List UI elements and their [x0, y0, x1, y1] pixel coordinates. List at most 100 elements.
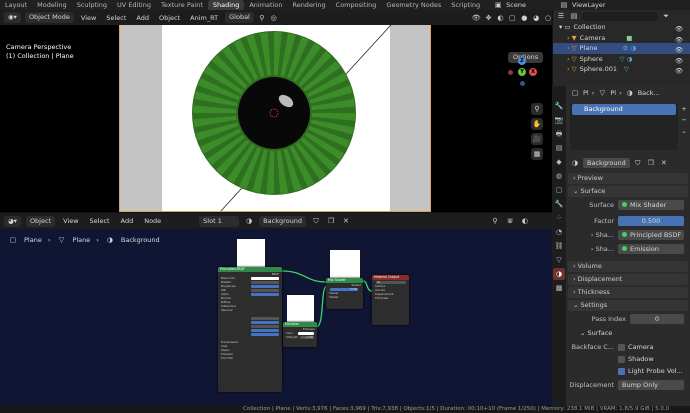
displacement-panel-header[interactable]: › Displacement — [568, 274, 688, 285]
modifier-tab-icon[interactable]: 🔧 — [553, 198, 565, 210]
material-browse-icon[interactable]: ◑ — [244, 216, 254, 226]
output-tab-icon[interactable]: 🖶 — [553, 128, 565, 140]
camera-view-icon[interactable]: 🎥 — [531, 133, 543, 145]
material-tab-icon[interactable]: ◑ — [553, 268, 565, 280]
slot-dropdown[interactable]: Slot 1 — [199, 215, 240, 227]
object-mode-dropdown[interactable]: Object Mode — [24, 12, 74, 23]
menu-object[interactable]: Object — [156, 14, 183, 22]
principled-bsdf-node[interactable]: Principled BSDF BSDF Base Color Metallic… — [218, 267, 282, 392]
particles-tab-icon[interactable]: ⁘ — [553, 212, 565, 224]
unlink-material-icon[interactable]: ✕ — [341, 216, 351, 226]
menu-view[interactable]: View — [78, 14, 99, 22]
outliner-search-input[interactable] — [582, 11, 658, 21]
zoom-icon[interactable]: ⚲ — [531, 103, 543, 115]
view-layer-name[interactable]: ViewLayer — [569, 1, 609, 9]
displacement-method-dropdown[interactable]: Bump Only — [618, 380, 684, 390]
3d-viewport[interactable]: Camera Perspective (1) Collection | Plan… — [0, 25, 552, 212]
menu-anim-rt[interactable]: Anim_RT — [187, 14, 221, 22]
gizmo-z-axis[interactable]: Z — [518, 57, 526, 65]
pass-index-field[interactable]: 0 — [630, 314, 684, 324]
material-slot-item[interactable]: Background — [572, 104, 676, 115]
object-tab-icon[interactable]: ▢ — [553, 184, 565, 196]
scene-tab-icon[interactable]: ◆ — [553, 156, 565, 168]
menu-select[interactable]: Select — [103, 14, 129, 22]
render-tab-icon[interactable]: 📷 — [553, 114, 565, 126]
tab-texture-paint[interactable]: Texture Paint — [156, 0, 208, 10]
surface-subpanel-header[interactable]: ⌄ Surface — [566, 327, 690, 339]
filter-icon[interactable]: ⏷ — [661, 11, 671, 21]
settings-panel-header[interactable]: ⌄ Settings — [568, 300, 688, 311]
pan-hand-icon[interactable]: ✋ — [531, 118, 543, 130]
material-shading-icon[interactable]: ◕ — [532, 13, 540, 23]
props-unlink-icon[interactable]: ✕ — [659, 158, 669, 168]
duplicate-material-icon[interactable]: ❐ — [326, 216, 336, 226]
material-name-field[interactable]: Background — [259, 215, 306, 227]
light-probe-checkbox[interactable]: Light Probe Vol... — [618, 365, 683, 377]
shadow-box[interactable] — [618, 355, 625, 363]
snap-node-icon[interactable]: ⋓ — [505, 216, 515, 226]
slot-list-controls[interactable]: + − ⌄ — [680, 104, 688, 137]
material-name-field-props[interactable]: Background — [583, 158, 630, 168]
gizmo-neg-x[interactable] — [508, 70, 513, 75]
pin-icon[interactable]: ⚲ — [490, 216, 500, 226]
output-thickness[interactable]: Thickness — [372, 296, 409, 300]
tab-animation[interactable]: Animation — [244, 0, 287, 10]
data-tab-icon[interactable]: ▽ — [553, 254, 565, 266]
node-editor-type-button[interactable]: ◕▾ — [4, 215, 21, 227]
tab-shading[interactable]: Shading — [207, 0, 245, 10]
bsdf-thin-film[interactable]: Thin Film — [218, 356, 282, 360]
fake-user-shield-icon[interactable]: ⛉ — [311, 216, 321, 226]
editor-type-button[interactable]: ◉▾ — [4, 12, 21, 23]
volume-panel-header[interactable]: › Volume — [568, 261, 688, 272]
strength-field[interactable]: 1.000 — [300, 335, 314, 339]
menu-add[interactable]: Add — [133, 14, 152, 22]
emission-strength[interactable]: Strength 1.000 — [283, 335, 317, 339]
shader2-field[interactable]: Emission — [618, 244, 684, 254]
shader-type-dropdown[interactable]: Object — [25, 215, 56, 227]
physics-tab-icon[interactable]: ◔ — [553, 226, 565, 238]
tab-scripting[interactable]: Scripting — [446, 0, 485, 10]
shadow-checkbox[interactable]: Shadow — [618, 353, 654, 365]
tab-uv-editing[interactable]: UV Editing — [112, 0, 156, 10]
emission-node[interactable]: Emission Emission Color Strength 1.000 — [283, 322, 317, 347]
tab-sculpting[interactable]: Sculpting — [72, 0, 112, 10]
world-tab-icon[interactable]: ◍ — [553, 170, 565, 182]
tab-modeling[interactable]: Modeling — [32, 0, 72, 10]
tab-geometry-nodes[interactable]: Geometry Nodes — [381, 0, 446, 10]
material-browse-icon-props[interactable]: ◑ — [570, 158, 580, 168]
view-layer-tab-icon[interactable]: ▤ — [553, 142, 565, 154]
factor-field[interactable]: 0.500 — [618, 216, 684, 226]
node-editor-canvas[interactable]: ▢ Plane › ▽ Plane › ◑ Background Princip… — [0, 229, 552, 406]
ne-menu-node[interactable]: Node — [141, 217, 164, 225]
proportional-edit-icon[interactable]: ◎ — [270, 13, 278, 23]
material-output-node[interactable]: Material Output All Surface Volume Displ… — [372, 275, 409, 325]
gizmo-toggle-icon[interactable]: ✥ — [485, 13, 493, 23]
perspective-grid-icon[interactable]: ▦ — [531, 148, 543, 160]
gizmo-x-axis[interactable]: X — [529, 68, 537, 76]
visibility-column[interactable]: 👁 👁 👁 👁 👁 — [670, 24, 688, 77]
surface-panel-header[interactable]: ⌄ Surface — [568, 186, 688, 197]
ne-menu-select[interactable]: Select — [87, 217, 113, 225]
tab-compositing[interactable]: Compositing — [331, 0, 382, 10]
visibility-icon[interactable]: 👁 — [472, 13, 481, 23]
backface-camera-checkbox[interactable]: Camera — [618, 341, 654, 353]
constraints-tab-icon[interactable]: ⛓ — [553, 240, 565, 252]
outliner-type-icon[interactable]: ☰ — [556, 11, 566, 21]
ne-menu-view[interactable]: View — [60, 217, 81, 225]
props-duplicate-icon[interactable]: ❐ — [646, 158, 656, 168]
navigation-gizmo[interactable]: Z X Y — [505, 55, 539, 89]
mix-shader-node[interactable]: Mix Shader Shader 0.500 Shader Shader — [326, 278, 363, 309]
overlay-icon[interactable]: ◐ — [496, 13, 504, 23]
xray-icon[interactable]: ▢ — [508, 13, 516, 23]
thickness-panel-header[interactable]: › Thickness — [568, 287, 688, 298]
tool-tab-icon[interactable]: 🔧 — [553, 100, 565, 112]
texture-tab-icon[interactable]: ▩ — [553, 282, 565, 294]
scene-name[interactable]: Scene — [503, 1, 529, 9]
light-probe-box[interactable] — [618, 367, 625, 375]
gizmo-y-axis[interactable]: Y — [518, 68, 526, 76]
rendered-shading-icon[interactable]: ○ — [544, 13, 552, 23]
snap-icon[interactable]: ⚲ — [258, 13, 266, 23]
material-slot-list[interactable]: Background — [570, 104, 678, 150]
gizmo-neg-z[interactable] — [520, 81, 525, 86]
solid-shading-icon[interactable]: ● — [520, 13, 528, 23]
